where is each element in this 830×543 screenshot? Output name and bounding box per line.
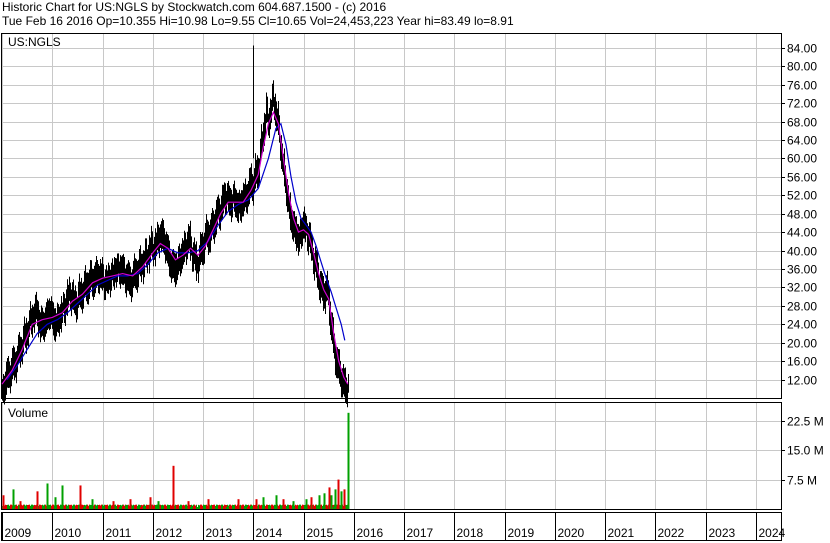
x-tick-label: 2024 — [759, 526, 786, 540]
y-tick-label: 24.00 — [787, 318, 817, 332]
volume-tick-label: 22.5 M — [787, 415, 824, 429]
y-tick-label: 40.00 — [787, 245, 817, 259]
price-panel-title: US:NGLS — [8, 35, 61, 49]
x-tick-label: 2009 — [5, 526, 32, 540]
x-tick-label: 2018 — [457, 526, 484, 540]
x-tick-label: 2010 — [55, 526, 82, 540]
y-tick-label: 80.00 — [787, 60, 817, 74]
y-tick-label: 20.00 — [787, 337, 817, 351]
y-tick-label: 44.00 — [787, 226, 817, 240]
y-tick-label: 32.00 — [787, 281, 817, 295]
header-title: Historic Chart for US:NGLS by Stockwatch… — [2, 0, 387, 14]
y-tick-label: 28.00 — [787, 300, 817, 314]
chart-header: Historic Chart for US:NGLS by Stockwatch… — [2, 0, 514, 28]
x-tick-label: 2013 — [206, 526, 233, 540]
y-tick-label: 16.00 — [787, 355, 817, 369]
x-tick-label: 2016 — [357, 526, 384, 540]
y-tick-label: 52.00 — [787, 189, 817, 203]
x-tick-label: 2014 — [256, 526, 283, 540]
y-tick-label: 56.00 — [787, 171, 817, 185]
y-tick-label: 64.00 — [787, 134, 817, 148]
y-tick-label: 48.00 — [787, 208, 817, 222]
x-tick-label: 2021 — [608, 526, 635, 540]
x-tick-label: 2015 — [307, 526, 334, 540]
y-tick-label: 36.00 — [787, 263, 817, 277]
x-tick-label: 2017 — [407, 526, 434, 540]
y-tick-label: 84.00 — [787, 42, 817, 56]
volume-tick-label: 15.0 M — [787, 444, 824, 458]
x-tick-label: 2019 — [508, 526, 535, 540]
x-tick-label: 2011 — [106, 526, 132, 540]
x-tick-label: 2023 — [709, 526, 736, 540]
header-quote: Tue Feb 16 2016 Op=10.355 Hi=10.98 Lo=9.… — [2, 14, 514, 28]
stock-chart: 2009 2010 2011 2012 2013 2014 2015 2016 2017 2018… — [1, 33, 824, 541]
y-tick-label: 60.00 — [787, 152, 817, 166]
y-tick-label: 68.00 — [787, 116, 817, 130]
volume-panel-title: Volume — [8, 406, 48, 420]
volume-panel — [1, 402, 782, 510]
x-tick-label: 2022 — [658, 526, 685, 540]
y-tick-label: 76.00 — [787, 79, 817, 93]
volume-tick-label: 7.5 M — [787, 474, 817, 488]
x-tick-label: 2012 — [156, 526, 183, 540]
x-tick-label: 2020 — [558, 526, 585, 540]
y-tick-label: 72.00 — [787, 97, 817, 111]
y-tick-label: 12.00 — [787, 374, 817, 388]
